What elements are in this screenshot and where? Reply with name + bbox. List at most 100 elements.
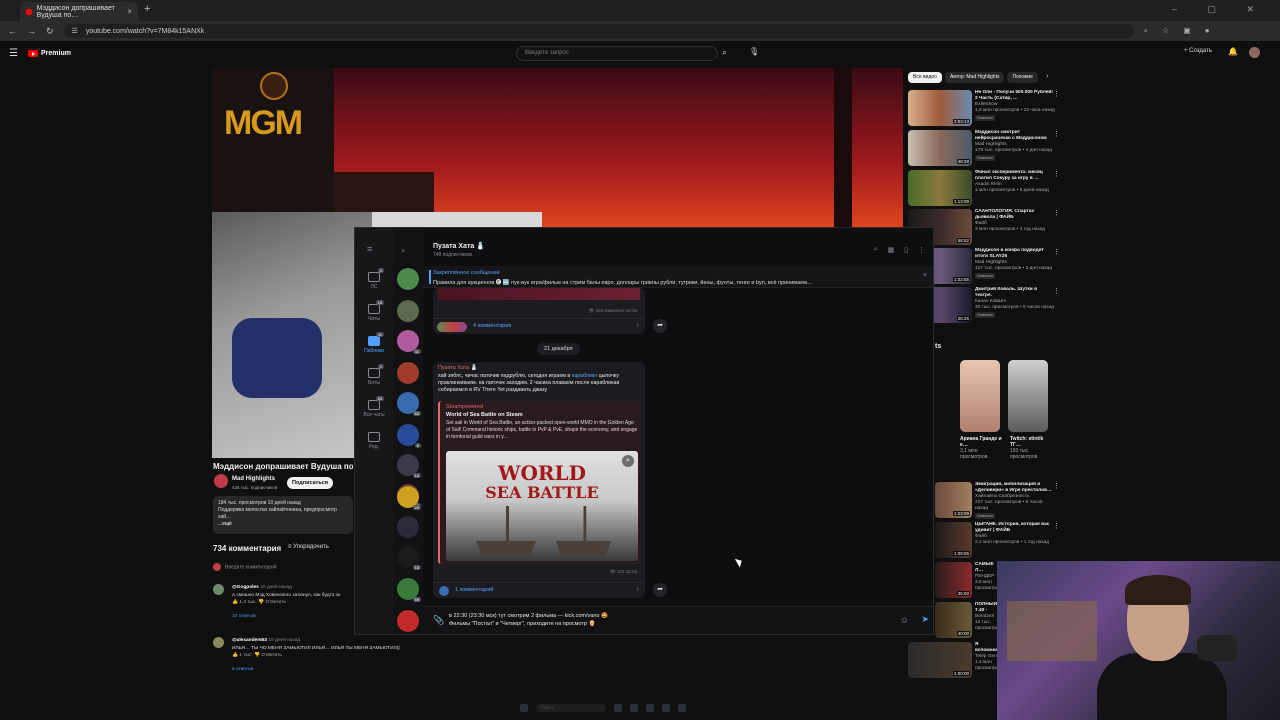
taskbar-search[interactable]: Поиск xyxy=(536,704,606,712)
link-preview[interactable]: Steampowered World of Sea Battle on Stea… xyxy=(438,401,640,564)
chat-avatar[interactable] xyxy=(397,362,419,384)
replies-toggle[interactable]: 6 ответов xyxy=(232,666,353,674)
video-title[interactable]: САМЫЕ Л… СТРИМЕР… xyxy=(975,562,997,574)
comment-avatar[interactable] xyxy=(213,637,224,648)
video-thumbnail[interactable]: 1:00:00 xyxy=(908,642,972,678)
create-button[interactable]: + Создать xyxy=(1184,48,1212,54)
description-more-link[interactable]: ...ещё xyxy=(218,521,348,528)
app-icon[interactable] xyxy=(678,704,686,712)
back-icon[interactable]: ← xyxy=(8,26,17,36)
folder-personal[interactable]: 2 ЛС xyxy=(360,268,388,298)
recommendation-item[interactable]: 1:13:09 Финал эксперимента: месяц платил… xyxy=(908,170,1060,208)
more-options-icon[interactable]: ⋮ xyxy=(1053,90,1060,98)
site-info-icon[interactable]: ☰ xyxy=(72,27,78,35)
folder-all-chats[interactable]: 43 Все чаты xyxy=(360,396,388,426)
short-thumbnail[interactable] xyxy=(1008,360,1048,432)
short-title[interactable]: Ариана Гранде и е… xyxy=(960,436,1004,448)
video-title[interactable]: Мэддисон и конфа подводят итоги SLAY25 xyxy=(975,248,1055,260)
browser-tab[interactable]: Мэддисон допрашивает Вудуша по… × xyxy=(20,2,138,21)
comment-avatar[interactable] xyxy=(213,584,224,595)
forward-icon[interactable]: → xyxy=(27,26,36,36)
chat-avatar[interactable]: 6 xyxy=(397,424,421,448)
reply-button[interactable]: Ответить xyxy=(265,600,286,605)
post-image[interactable] xyxy=(438,288,640,300)
message-link[interactable]: карабликн xyxy=(572,373,597,379)
video-thumbnail[interactable]: 1:09:55 xyxy=(935,522,972,558)
dislike-icon[interactable]: 👎 xyxy=(258,600,264,605)
more-options-icon[interactable]: ⋮ xyxy=(1053,482,1060,490)
chat-avatar[interactable]: 11 xyxy=(397,330,421,354)
reload-icon[interactable]: ↻ xyxy=(46,26,54,37)
app-icon[interactable] xyxy=(646,704,654,712)
start-icon[interactable] xyxy=(520,704,528,712)
channel-avatar[interactable] xyxy=(214,474,228,488)
sidebar-toggle-icon[interactable]: ▯ xyxy=(904,246,908,254)
folder-channels[interactable]: 11 Паблики xyxy=(360,332,388,362)
video-title[interactable]: ЦЫГАНЕ. История, которая вас удивит | ФА… xyxy=(975,522,1055,534)
composer-text[interactable]: в 22:30 (23:30 мск) тут смотрим 2 фильма… xyxy=(449,612,709,628)
chat-avatar[interactable] xyxy=(397,610,419,632)
more-options-icon[interactable]: ⋮ xyxy=(1053,170,1060,178)
more-options-icon[interactable]: ⋮ xyxy=(1053,209,1060,217)
attach-icon[interactable]: 📎 xyxy=(433,615,444,626)
comment-author[interactable]: @Gogpoles xyxy=(232,585,259,590)
dislike-icon[interactable]: 👎 xyxy=(254,653,260,658)
close-icon[interactable]: × xyxy=(923,272,927,279)
short-thumbnail[interactable] xyxy=(960,360,1000,432)
chevron-right-icon[interactable]: › xyxy=(1046,73,1048,80)
comment-author[interactable]: @alexander653 xyxy=(232,638,267,643)
chip-author[interactable]: Автор: Mad Highlights xyxy=(944,72,1005,83)
folder-chats[interactable]: 15 Чаты xyxy=(360,300,388,330)
send-icon[interactable]: ➤ xyxy=(921,614,929,625)
live-stream-icon[interactable]: ▦ xyxy=(888,246,895,254)
chat-avatar[interactable] xyxy=(397,268,419,290)
address-bar[interactable]: ☰ youtube.com/watch?v=7M84k15ANXk xyxy=(63,24,1134,38)
comments-link[interactable]: 1 комментарий › xyxy=(433,582,645,598)
like-icon[interactable]: 👍 xyxy=(232,653,238,658)
zoom-icon[interactable]: ⌕ xyxy=(622,455,634,467)
telegram-search-icon[interactable]: ⌕ xyxy=(401,246,405,256)
more-options-icon[interactable]: ⋮ xyxy=(1053,130,1060,138)
video-title[interactable]: СААНТОЛОГИЯ. Спартак дьявола | ФАЙБ xyxy=(975,209,1055,221)
video-thumbnail[interactable]: 48:28 xyxy=(908,130,972,166)
extensions-icon[interactable]: ▣ xyxy=(1183,26,1191,36)
reply-button[interactable]: Ответить xyxy=(261,653,282,658)
like-icon[interactable]: 👍 xyxy=(232,600,238,605)
recommendation-item[interactable]: 48:28 Мэддисон смотрит нейросрачечко с М… xyxy=(908,130,1060,168)
folder-edit[interactable]: Ред. xyxy=(360,428,388,458)
chat-avatar[interactable]: 29 xyxy=(397,486,421,510)
short-title[interactable]: Twitch: stintik ТГ… xyxy=(1010,436,1054,448)
account-avatar[interactable] xyxy=(1249,47,1260,58)
chip-related[interactable]: Похожие xyxy=(1007,72,1038,83)
window-controls[interactable]: – ▢ ✕ xyxy=(1172,4,1268,15)
video-title[interactable]: Эмиграция, мобилизация и «Деливери» в Иг… xyxy=(975,482,1055,494)
video-title[interactable]: ПОЛНЫЙ 7.40 - ВОЗ… xyxy=(975,602,997,614)
video-thumbnail[interactable]: 40:00 xyxy=(935,602,972,638)
video-thumbnail[interactable]: 2:03:13 xyxy=(908,90,972,126)
search-icon[interactable]: ⌕ xyxy=(722,47,727,58)
search-icon[interactable]: ⌕ xyxy=(874,246,878,254)
youtube-search-input[interactable]: Введите запрос xyxy=(516,46,718,61)
channel-name[interactable]: Mad Highlights xyxy=(232,476,275,482)
tab-close-icon[interactable]: × xyxy=(127,7,132,16)
profile-icon[interactable]: ● xyxy=(1205,26,1210,36)
message-author[interactable]: Пузата Хата 🧂 xyxy=(438,365,478,371)
forward-icon[interactable]: ➦ xyxy=(653,319,667,333)
app-icon[interactable] xyxy=(614,704,622,712)
folder-bots[interactable]: 1 Боты xyxy=(360,364,388,394)
emoji-icon[interactable]: ☺ xyxy=(900,615,909,625)
app-icon[interactable] xyxy=(662,704,670,712)
more-options-icon[interactable]: ⋮ xyxy=(1053,522,1060,530)
new-tab-button[interactable]: + xyxy=(144,3,150,15)
video-title[interactable]: Финал эксперимента: месяц платил Сокуру … xyxy=(975,170,1055,182)
chat-avatar[interactable]: 14 xyxy=(397,454,421,478)
chat-avatar[interactable]: 83 xyxy=(397,392,421,416)
more-options-icon[interactable]: ⋮ xyxy=(1053,248,1060,256)
forward-icon[interactable]: ➦ xyxy=(653,583,667,597)
preview-image[interactable]: WORLD SEA BATTLE xyxy=(446,451,638,561)
video-thumbnail[interactable]: 1:23:09 xyxy=(935,482,972,518)
video-title[interactable]: Не Оли - Получи 500.000 Рублей! 2 Часть … xyxy=(975,90,1055,102)
zoom-icon[interactable]: ⌕ xyxy=(1144,26,1148,36)
chat-avatar[interactable] xyxy=(397,300,419,322)
microphone-icon[interactable]: 🎙 xyxy=(749,47,759,56)
